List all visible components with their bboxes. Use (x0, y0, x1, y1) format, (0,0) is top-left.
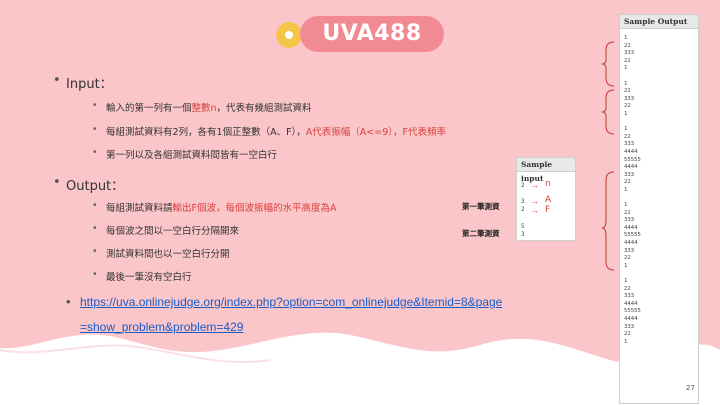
output-item-4: 最後一筆沒有空白行 (92, 269, 192, 283)
sample-output-header: Sample Output (620, 15, 698, 29)
arrow-right-icon: → (530, 180, 539, 190)
sample-input-line-1: 2 (521, 182, 525, 189)
problem-link-line-1[interactable]: https://uva.onlinejudge.org/index.php?op… (80, 295, 502, 309)
link-bullet: • (66, 294, 71, 309)
input-item-2: 每組測試資料有2列，各有1個正整數（A、F），A代表振幅（A<=9），F代表頻率 (92, 124, 446, 138)
input-item-2-text: 每組測試資料有2列，各有1個正整數（A、F）， (106, 127, 306, 138)
output-brackets (601, 41, 615, 271)
input-item-1-text-end: ，代表有幾組測試資料 (216, 103, 312, 114)
sample-input-header: Sample input (517, 158, 575, 183)
sample-input-box: Sample input 2 → n 3 → A 2 → F 5 3 (516, 157, 576, 241)
output-item-1-text: 每組測試資料請 (106, 203, 173, 214)
problem-link-line-2[interactable]: =show_problem&problem=429 (80, 320, 243, 334)
title-badge: UVA488 (276, 16, 444, 54)
page-title: UVA488 (322, 21, 422, 46)
page-number: 27 (686, 384, 695, 392)
annotation-f: F (545, 205, 551, 215)
input-item-1-text: 輸入的第一列有一個 (106, 103, 192, 114)
input-item-1: 輸入的第一列有一個整數n，代表有幾組測試資料 (92, 100, 312, 114)
sample-input-line-5: 3 (521, 231, 525, 238)
input-heading: Input： (53, 73, 113, 92)
input-item-2-highlight: A代表振幅（A<=9），F代表頻率 (305, 127, 446, 138)
arrow-right-icon: → (530, 205, 539, 215)
output-item-3-text: 測試資料間也以一空白行分開 (106, 249, 230, 260)
case-label-2: 第二筆測資 (462, 229, 500, 238)
sample-input-line-3: 2 (521, 206, 525, 213)
annotation-a: A (545, 195, 552, 205)
title-dot-icon (276, 22, 302, 48)
output-item-3: 測試資料間也以一空白行分開 (92, 246, 230, 260)
input-item-1-highlight: 整數n (191, 103, 217, 114)
slide: UVA488 Input： 輸入的第一列有一個整數n，代表有幾組測試資料 每組測… (0, 0, 720, 405)
sample-input-line-4: 5 (521, 223, 525, 230)
output-item-2-text: 每個波之間以一空白行分隔開來 (106, 226, 240, 237)
output-item-2: 每個波之間以一空白行分隔開來 (92, 223, 240, 237)
annotation-n: n (545, 179, 551, 189)
sample-input-line-2: 3 (521, 198, 525, 205)
output-item-1-highlight: 輸出F個波，每個波振幅的水平高度為A (172, 203, 337, 214)
output-heading: Output： (53, 175, 124, 194)
input-item-3: 第一列以及各組測試資料間皆有一空白行 (92, 147, 278, 161)
output-item-1: 每組測試資料請輸出F個波，每個波振幅的水平高度為A (92, 200, 337, 214)
case-label-1: 第一筆測資 (462, 202, 500, 211)
input-item-3-text: 第一列以及各組測試資料間皆有一空白行 (106, 150, 278, 161)
sample-output-box: Sample Output 1 22 333 22 1 1 22 333 22 … (619, 14, 699, 404)
output-item-4-text: 最後一筆沒有空白行 (106, 272, 192, 283)
sample-output-content: 1 22 333 22 1 1 22 333 22 1 1 22 333 444… (624, 35, 641, 345)
